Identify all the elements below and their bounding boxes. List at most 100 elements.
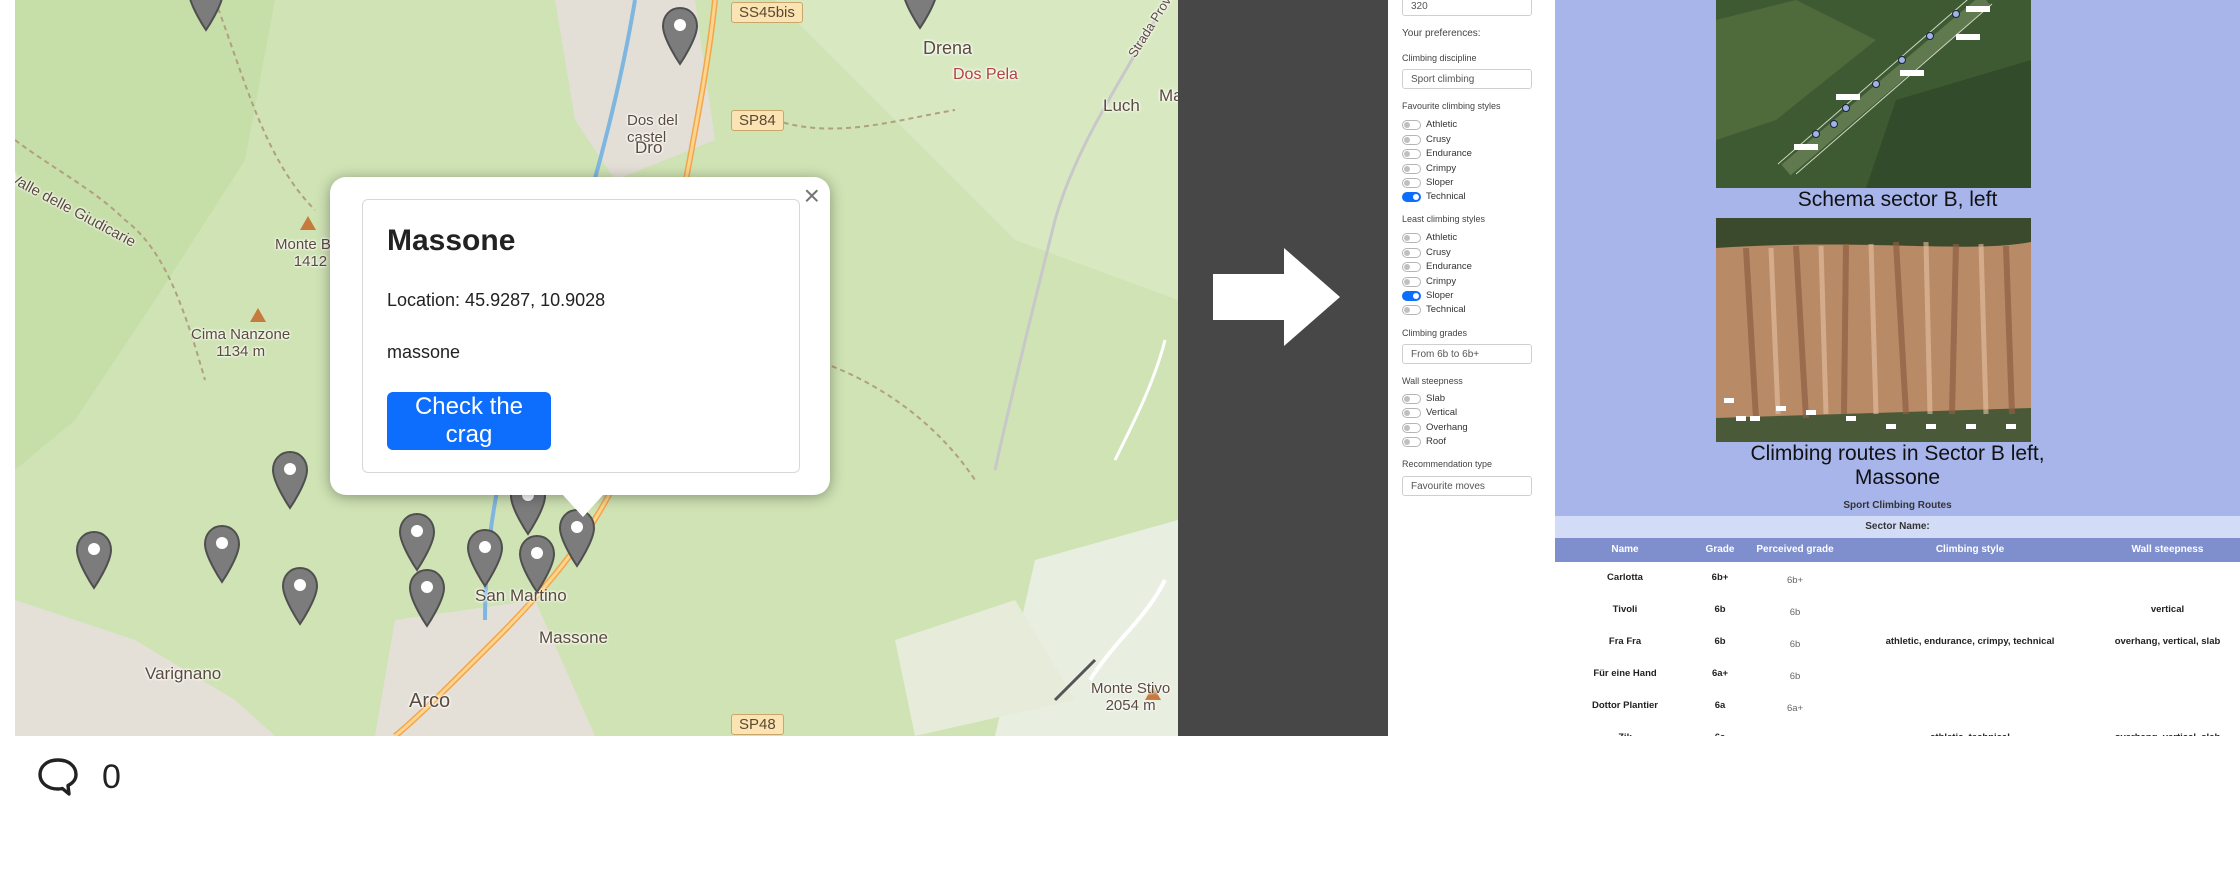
cell-grade: 6b	[1714, 636, 1726, 647]
crag-title: Massone	[387, 224, 516, 257]
discipline-select[interactable]: Sport climbing	[1402, 69, 1532, 89]
steep-toggle-roof[interactable]	[1402, 437, 1421, 447]
map-view[interactable]: Drena Dos Pela Luch Ma Dos del castel Dr…	[15, 0, 1178, 736]
place-cima-nanzone-name: Cima Nanzone	[191, 326, 291, 343]
table-row: Fra Fra 6b 6b athletic, endurance, crimp…	[1555, 626, 2240, 659]
place-massone: Massone	[539, 628, 608, 647]
map-pin-icon[interactable]	[398, 512, 436, 572]
close-icon[interactable]: ×	[804, 181, 820, 211]
fav-label-endurance: Endurance	[1426, 148, 1472, 159]
cell-name: Zik	[1555, 722, 1695, 736]
place-monte-stivo-name: Monte Stivo	[1091, 680, 1171, 697]
popup-tip	[563, 495, 603, 517]
cell-style	[1845, 690, 2095, 722]
map-pin-icon[interactable]	[901, 0, 939, 30]
place-cima-nanzone-elev: 1134 m	[216, 343, 266, 360]
cell-perceived: 6b	[1789, 639, 1801, 650]
crag-id: massone	[387, 342, 461, 362]
top-input-field[interactable]: 320	[1402, 0, 1532, 16]
arrow-right-icon	[1213, 248, 1340, 346]
cell-style	[1845, 562, 2095, 594]
cell-grade: 6b	[1714, 604, 1726, 615]
least-styles-label: Least climbing styles	[1402, 214, 1486, 224]
fav-toggle-endurance[interactable]	[1402, 149, 1421, 159]
least-toggle-technical[interactable]	[1402, 305, 1421, 315]
steep-toggle-overhang[interactable]	[1402, 423, 1421, 433]
cell-perceived: 6b+	[1786, 575, 1804, 586]
least-toggle-crimpy[interactable]	[1402, 277, 1421, 287]
transition-arrow-panel	[1178, 0, 1388, 736]
map-pin-icon[interactable]	[518, 534, 556, 594]
map-pin-icon[interactable]	[75, 530, 113, 590]
routes-caption: Climbing routes in Sector B left, Massone	[1555, 442, 2240, 490]
popup-card: Massone Location: 45.9287, 10.9028 masso…	[362, 199, 800, 473]
fav-toggle-crimpy[interactable]	[1402, 164, 1421, 174]
cell-steepness	[2095, 562, 2240, 594]
cell-perceived: 6b	[1789, 607, 1801, 618]
cell-steepness	[2095, 690, 2240, 722]
least-toggle-athletic[interactable]	[1402, 233, 1421, 243]
routes-table-title: Sport Climbing Routes	[1843, 500, 1952, 511]
table-row: Tivoli 6b 6b vertical	[1555, 594, 2240, 627]
col-wall-steepness: Wall steepness	[2131, 544, 2204, 555]
preferences-form: 320 Your preferences: Climbing disciplin…	[1388, 0, 1555, 736]
rock-wall-image	[1716, 218, 2031, 442]
least-toggle-sloper[interactable]	[1402, 291, 1421, 301]
least-toggle-crusy[interactable]	[1402, 248, 1421, 258]
screenshot-banner: Drena Dos Pela Luch Ma Dos del castel Dr…	[0, 0, 2240, 736]
cell-grade: 6a	[1695, 722, 1745, 736]
fav-label-technical: Technical	[1426, 191, 1466, 202]
cell-name: Für eine Hand	[1593, 668, 1657, 679]
steep-label-overhang: Overhang	[1426, 422, 1468, 433]
fav-toggle-crusy[interactable]	[1402, 135, 1421, 145]
road-badge-sp84: SP84	[731, 110, 784, 131]
cell-steepness: vertical	[2150, 604, 2185, 615]
steep-label-vertical: Vertical	[1426, 407, 1458, 418]
map-pin-icon[interactable]	[281, 566, 319, 626]
map-pin-icon[interactable]	[187, 0, 225, 32]
place-cima-nanzone: Cima Nanzone 1134 m	[191, 326, 290, 360]
steep-toggle-vertical[interactable]	[1402, 408, 1421, 418]
cell-steepness: overhang, vertical, slab	[2114, 636, 2221, 647]
sector-schema-image	[1716, 0, 2031, 188]
place-dos-pela: Dos Pela	[953, 66, 1018, 83]
grades-label: Climbing grades	[1402, 328, 1468, 338]
map-pin-icon[interactable]	[558, 508, 596, 568]
routes-caption-line1: Climbing routes in Sector B left,	[1750, 442, 2045, 465]
map-pin-icon[interactable]	[203, 524, 241, 584]
comment-count: 0	[102, 757, 121, 796]
place-edge: Ma	[1159, 86, 1178, 105]
comment-button[interactable]: 0	[36, 754, 121, 800]
routes-caption-line2: Massone	[1854, 466, 1941, 489]
table-row: Für eine Hand 6a+ 6b	[1555, 658, 2240, 691]
cell-name: Dottor Plantier	[1592, 700, 1658, 711]
fav-toggle-athletic[interactable]	[1402, 120, 1421, 130]
fav-toggle-sloper[interactable]	[1402, 178, 1421, 188]
cell-perceived: 6b	[1789, 671, 1801, 682]
favourite-styles-label: Favourite climbing styles	[1402, 101, 1501, 111]
recommendation-type-select[interactable]: Favourite moves	[1402, 476, 1532, 496]
place-varignano: Varignano	[145, 664, 222, 683]
check-crag-button[interactable]: Check the crag	[387, 392, 551, 450]
fav-label-crimpy: Crimpy	[1426, 163, 1457, 174]
col-perceived-grade: Perceived grade	[1756, 544, 1834, 555]
least-label-crusy: Crusy	[1426, 247, 1451, 258]
cell-style	[1845, 594, 2095, 626]
place-dro: Dro	[635, 138, 663, 157]
least-toggle-endurance[interactable]	[1402, 262, 1421, 272]
place-monte-stivo-elev: 2054 m	[1105, 697, 1156, 714]
crag-location: Location: 45.9287, 10.9028	[387, 290, 606, 310]
table-row: Dottor Plantier 6a 6a+	[1555, 690, 2240, 723]
fav-toggle-technical[interactable]	[1402, 192, 1421, 202]
place-arco: Arco	[409, 690, 451, 712]
map-pin-icon[interactable]	[408, 568, 446, 628]
steep-toggle-slab[interactable]	[1402, 394, 1421, 404]
fav-label-sloper: Sloper	[1426, 177, 1454, 188]
fav-label-crusy: Crusy	[1426, 134, 1451, 145]
map-pin-icon[interactable]	[466, 528, 504, 588]
map-pin-icon[interactable]	[271, 450, 309, 510]
road-badge-sp48: SP48	[731, 714, 784, 735]
map-pin-icon[interactable]	[661, 6, 699, 66]
cell-style	[1845, 658, 2095, 690]
grades-select[interactable]: From 6b to 6b+	[1402, 344, 1532, 364]
